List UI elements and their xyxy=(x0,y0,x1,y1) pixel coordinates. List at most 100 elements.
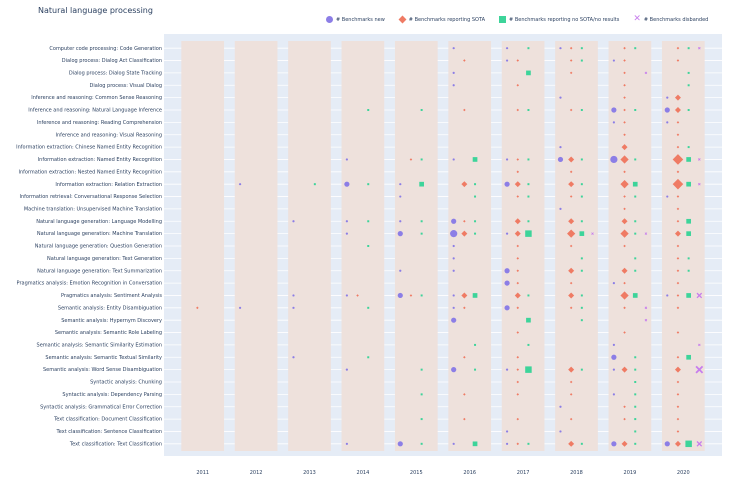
marker-new xyxy=(664,441,670,447)
marker-new xyxy=(559,207,562,211)
marker-new xyxy=(452,294,455,297)
marker-no-sota xyxy=(687,84,690,87)
year-band xyxy=(181,41,225,451)
y-tick-label: Syntactic analysis: Dependency Parsing xyxy=(62,392,162,398)
marker-no-sota xyxy=(474,343,477,346)
marker-no-sota xyxy=(313,183,316,186)
marker-new xyxy=(452,47,455,50)
marker-new xyxy=(292,306,295,309)
marker-new xyxy=(612,368,615,371)
marker-new xyxy=(452,158,455,161)
marker-no-sota xyxy=(580,195,583,198)
marker-no-sota xyxy=(687,47,690,50)
marker-new xyxy=(504,181,510,187)
y-tick-label: Natural language generation: Language Mo… xyxy=(36,219,162,225)
y-tick-label: Pragmatics analysis: Emotion Recognition… xyxy=(17,281,162,287)
marker-no-sota xyxy=(420,232,423,235)
marker-new xyxy=(452,244,455,248)
marker-no-sota xyxy=(580,47,583,50)
marker-no-sota xyxy=(474,368,477,371)
marker-new xyxy=(292,356,295,359)
marker-no-sota xyxy=(474,183,477,186)
marker-no-sota xyxy=(527,109,530,111)
y-tick-label: Information extraction: Chinese Named En… xyxy=(16,145,162,151)
marker-no-sota xyxy=(632,181,638,187)
year-band xyxy=(234,41,278,451)
marker-new xyxy=(611,107,617,113)
y-tick-label: Information extraction: Named Entity Rec… xyxy=(38,157,162,163)
marker-no-sota xyxy=(686,218,691,224)
y-tick-label: Semantic analysis: Hypernym Discovery xyxy=(61,318,162,324)
marker-no-sota xyxy=(634,109,637,111)
marker-new xyxy=(345,232,348,235)
marker-no-sota xyxy=(474,232,477,235)
marker-no-sota xyxy=(367,306,370,309)
y-tick-label: Inference and reasoning: Visual Reasonin… xyxy=(56,132,162,138)
marker-new xyxy=(399,220,402,223)
marker-no-sota xyxy=(420,393,423,396)
marker-new xyxy=(452,269,455,272)
y-tick-label: Information extraction: Relation Extract… xyxy=(55,182,162,188)
marker-no-sota xyxy=(580,109,583,111)
marker-new xyxy=(452,442,455,445)
y-tick-label: Natural language generation: Text Summar… xyxy=(37,268,162,274)
x-tick-label: 2011 xyxy=(196,470,209,476)
marker-new xyxy=(451,367,457,373)
marker-new xyxy=(399,183,402,186)
marker-no-sota xyxy=(580,269,583,272)
marker-no-sota xyxy=(527,442,530,445)
marker-no-sota xyxy=(580,183,583,186)
x-tick-label: 2017 xyxy=(517,470,530,476)
y-tick-label: Dialog process: Visual Dialog xyxy=(90,83,162,89)
marker-new xyxy=(505,430,509,433)
y-tick-label: Inference and reasoning: Common Sense Re… xyxy=(31,95,162,101)
x-tick-label: 2020 xyxy=(677,470,690,476)
marker-new xyxy=(666,121,669,124)
marker-no-sota xyxy=(420,220,423,223)
marker-no-sota xyxy=(687,71,690,74)
marker-new xyxy=(397,292,403,299)
marker-no-sota xyxy=(472,293,478,298)
y-tick-label: Semantic analysis: Semantic Role Labelin… xyxy=(55,330,162,336)
marker-new xyxy=(612,121,615,124)
marker-no-sota xyxy=(685,440,692,448)
marker-no-sota xyxy=(367,356,370,359)
year-band xyxy=(341,41,385,451)
marker-new xyxy=(238,183,242,186)
marker-no-sota xyxy=(686,293,691,298)
y-tick-label: Semantic analysis: Word Sense Disambigua… xyxy=(43,367,162,373)
marker-new xyxy=(559,145,562,149)
y-tick-label: Dialog process: Dialog State Tracking xyxy=(69,71,162,77)
marker-no-sota xyxy=(634,195,637,198)
marker-no-sota xyxy=(580,306,583,309)
marker-new xyxy=(505,232,509,235)
marker-no-sota xyxy=(527,47,530,50)
y-tick-label: Information retrieval: Conversational Re… xyxy=(20,194,162,200)
marker-new xyxy=(292,220,295,223)
marker-no-sota xyxy=(420,109,423,111)
marker-no-sota xyxy=(634,405,637,408)
marker-no-sota xyxy=(634,393,637,396)
year-band xyxy=(555,41,598,451)
year-band xyxy=(608,41,652,451)
marker-new xyxy=(452,84,455,87)
marker-no-sota xyxy=(525,366,532,373)
marker-new xyxy=(559,96,562,99)
marker-no-sota xyxy=(634,269,637,272)
marker-no-sota xyxy=(634,442,637,445)
marker-no-sota xyxy=(579,231,585,236)
marker-new xyxy=(612,59,615,62)
marker-no-sota xyxy=(367,183,370,186)
marker-no-sota xyxy=(580,257,583,260)
marker-new xyxy=(451,317,457,323)
marker-new xyxy=(345,442,348,445)
marker-no-sota xyxy=(420,418,423,421)
marker-new xyxy=(345,294,348,297)
marker-no-sota xyxy=(472,441,478,447)
marker-new xyxy=(612,393,615,396)
marker-no-sota xyxy=(527,294,530,297)
year-band xyxy=(501,41,545,451)
marker-no-sota xyxy=(580,368,583,371)
marker-no-sota xyxy=(687,146,690,149)
marker-no-sota xyxy=(472,157,478,162)
